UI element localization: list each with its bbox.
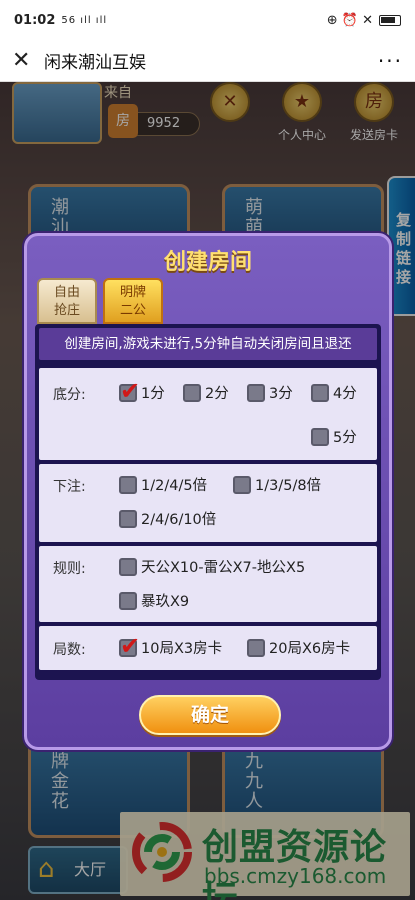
option-label: 5分 [333,430,357,446]
bet-section: 下注: 1/2/4/5倍 1/3/5/8倍 2/4/6/10倍 [39,464,377,542]
bet-label: 下注: [53,479,86,495]
rounds-option-2[interactable]: 20局X6房卡 [247,637,350,658]
close-icon[interactable]: ✕ [12,48,40,73]
base-score-option-3[interactable]: 3分 [247,382,293,403]
signal-icon: 56 ıll ıll [61,14,108,26]
option-label: 2分 [205,386,229,402]
option-label: 暴玖X9 [141,594,190,610]
base-score-section: 底分: 1分 2分 3分 4分 5分 [39,368,377,460]
options-panel: 创建房间,游戏未进行,5分钟自动关闭房间且退还 底分: 1分 2分 3分 4分 [35,324,381,680]
checkbox-icon [183,383,201,402]
bet-option-2[interactable]: 1/3/5/8倍 [233,474,321,495]
checkbox-icon [247,383,265,402]
mode-tabs: 自由 抢庄 明牌 二公 [37,278,163,324]
status-right: ⊕ ⏰ ✕ [327,13,401,28]
base-score-option-1[interactable]: 1分 [119,377,165,405]
more-icon[interactable]: ··· [378,49,403,73]
option-label: 3分 [269,386,293,402]
option-label: 1/2/4/5倍 [141,478,208,494]
checkbox-checked-icon [119,377,140,405]
base-score-label: 底分: [53,387,86,403]
checkbox-icon [119,591,137,610]
option-label: 2/4/6/10倍 [141,512,217,528]
battery-icon [379,14,401,26]
status-bar: 01:02 56 ıll ıll ⊕ ⏰ ✕ [0,0,415,40]
checkbox-icon [119,509,137,528]
tab-label-line1: 自由 [53,285,80,300]
base-score-option-4[interactable]: 4分 [311,382,357,403]
tab-label-line2: 抢庄 [53,303,80,318]
page-title: 闲来潮汕互娱 [44,53,146,73]
option-label: 4分 [333,386,357,402]
tab-open-card[interactable]: 明牌 二公 [103,278,163,324]
bet-option-3[interactable]: 2/4/6/10倍 [119,508,216,529]
bet-option-1[interactable]: 1/2/4/5倍 [119,474,207,495]
checkbox-checked-icon [119,632,140,660]
dialog-title: 创建房间 [163,250,252,275]
confirm-button[interactable]: 确定 [139,695,281,735]
checkbox-icon [233,475,251,494]
status-time: 01:02 [14,12,56,28]
rules-label: 规则: [53,561,86,577]
tab-label-line2: 二公 [119,303,146,318]
rounds-label: 局数: [53,642,86,658]
tab-label-line1: 明牌 [119,285,146,300]
option-label: 1/3/5/8倍 [255,478,322,494]
status-icons: ⊕ ⏰ ✕ [326,12,373,28]
option-label: 天公X10-雷公X7-地公X5 [141,560,306,576]
rules-option-1[interactable]: 天公X10-雷公X7-地公X5 [119,556,305,577]
base-score-option-5[interactable]: 5分 [311,426,357,447]
option-label: 1分 [141,386,165,402]
option-label: 20局X6房卡 [269,641,351,657]
base-score-option-2[interactable]: 2分 [183,382,229,403]
checkbox-icon [311,383,329,402]
rounds-option-1[interactable]: 10局X3房卡 [119,632,223,660]
option-label: 10局X3房卡 [141,641,223,657]
checkbox-icon [119,557,137,576]
checkbox-icon [119,475,137,494]
rules-section: 规则: 天公X10-雷公X7-地公X5 暴玖X9 [39,546,377,622]
create-room-dialog: 创建房间 自由 抢庄 明牌 二公 创建房间,游戏未进行,5分钟自动关闭房间且退还… [24,233,392,750]
title-bar: ✕ 闲来潮汕互娱 ··· [0,40,415,82]
notice-text: 创建房间,游戏未进行,5分钟自动关闭房间且退还 [39,328,377,360]
checkbox-icon [311,427,329,446]
tab-free-banker[interactable]: 自由 抢庄 [37,278,97,324]
rounds-section: 局数: 10局X3房卡 20局X6房卡 [39,626,377,670]
checkbox-icon [247,638,265,657]
rules-option-2[interactable]: 暴玖X9 [119,590,189,611]
